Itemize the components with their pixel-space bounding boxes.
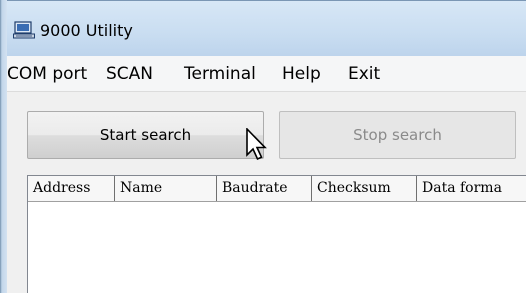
menu-exit[interactable]: Exit	[348, 63, 380, 85]
menu-bar: COM port SCAN Terminal Help Exit	[7, 56, 526, 92]
computer-icon	[13, 21, 35, 39]
column-header-checksum[interactable]: Checksum	[312, 176, 417, 201]
title-bar[interactable]: 9000 Utility	[0, 0, 526, 56]
column-header-baudrate[interactable]: Baudrate	[217, 176, 312, 201]
menu-help[interactable]: Help	[282, 63, 321, 85]
column-header-name[interactable]: Name	[115, 176, 217, 201]
column-header-data-format[interactable]: Data forma	[417, 176, 526, 201]
window-frame	[0, 0, 7, 293]
window-title: 9000 Utility	[40, 21, 133, 40]
menu-com-port[interactable]: COM port	[7, 63, 87, 85]
app-window: 9000 Utility COM port SCAN Terminal Help…	[0, 0, 526, 293]
stop-search-button[interactable]: Stop search	[279, 111, 516, 159]
menu-scan[interactable]: SCAN	[106, 63, 153, 85]
start-search-button[interactable]: Start search	[27, 111, 264, 159]
device-list[interactable]: Address Name Baudrate Checksum Data form…	[27, 175, 526, 293]
mouse-pointer-icon	[246, 128, 267, 161]
list-header: Address Name Baudrate Checksum Data form…	[28, 176, 526, 202]
menu-terminal[interactable]: Terminal	[184, 63, 256, 85]
column-header-address[interactable]: Address	[28, 176, 115, 201]
